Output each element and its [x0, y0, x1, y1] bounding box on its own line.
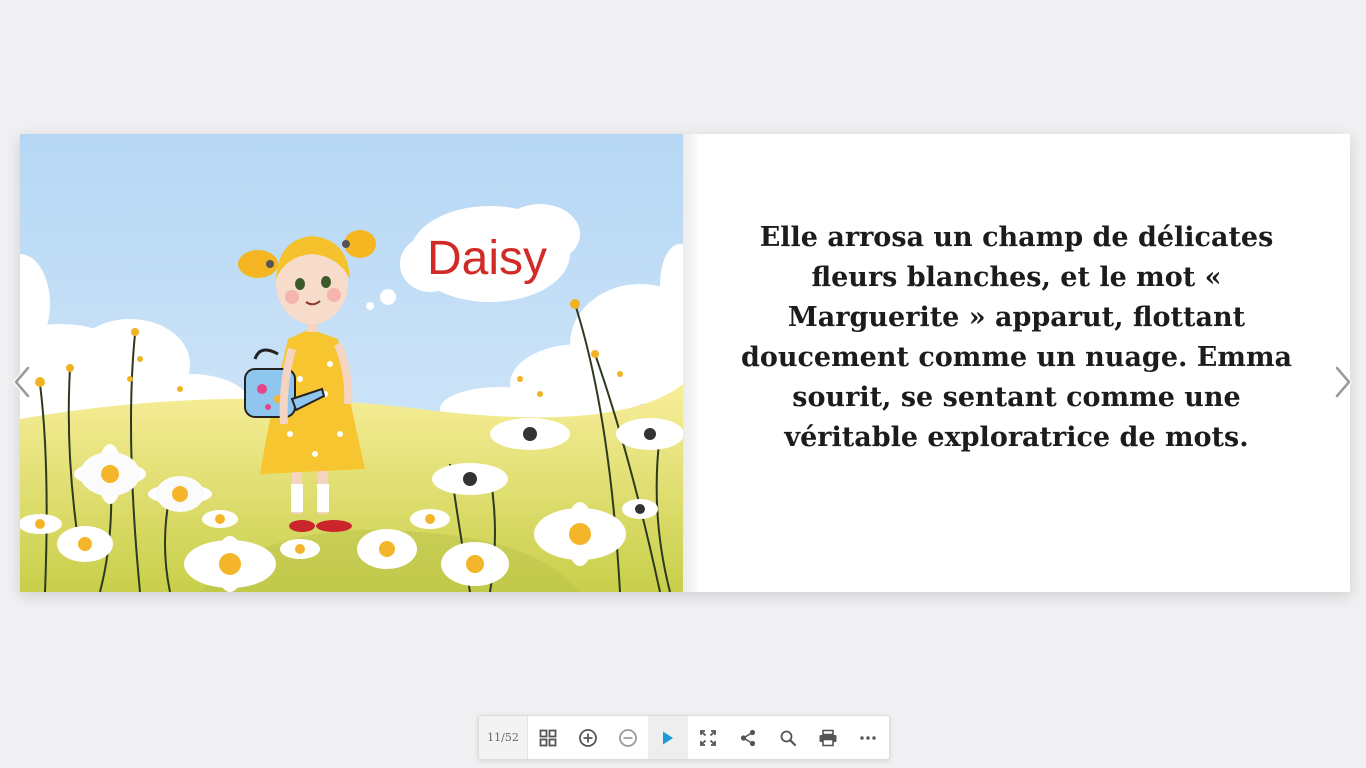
share-icon [740, 729, 756, 746]
zoom-out-button[interactable] [608, 716, 648, 759]
fullscreen-button[interactable] [688, 716, 728, 759]
chevron-left-icon [13, 365, 31, 399]
page-counter[interactable]: 11/52 [479, 716, 528, 759]
more-button[interactable] [848, 716, 888, 759]
viewer-toolbar: 11/52 [478, 715, 890, 760]
next-page-button[interactable] [1327, 362, 1357, 402]
plus-circle-icon [579, 728, 597, 747]
chevron-right-icon [1334, 365, 1352, 399]
expand-icon [700, 729, 716, 746]
more-icon [860, 735, 876, 740]
print-icon [819, 729, 837, 746]
share-button[interactable] [728, 716, 768, 759]
zoom-in-button[interactable] [568, 716, 608, 759]
search-icon [780, 730, 797, 746]
play-icon [663, 731, 673, 744]
autoplay-button[interactable] [648, 716, 688, 759]
text-page: Elle arrosa un champ de délicates fleurs… [683, 134, 1350, 592]
search-button[interactable] [768, 716, 808, 759]
illustration-page: Daisy [20, 134, 683, 592]
print-button[interactable] [808, 716, 848, 759]
story-text: Elle arrosa un champ de délicates fleurs… [740, 222, 1293, 453]
grid-icon [539, 729, 557, 746]
flipbook: Daisy Elle arrosa un champ de délicates … [20, 134, 1350, 592]
previous-page-button[interactable] [8, 362, 38, 402]
thumbnails-button[interactable] [528, 716, 568, 759]
thought-bubble-text: Daisy [427, 232, 547, 285]
meadow-illustration: Daisy [20, 134, 683, 592]
minus-circle-icon [619, 728, 637, 747]
